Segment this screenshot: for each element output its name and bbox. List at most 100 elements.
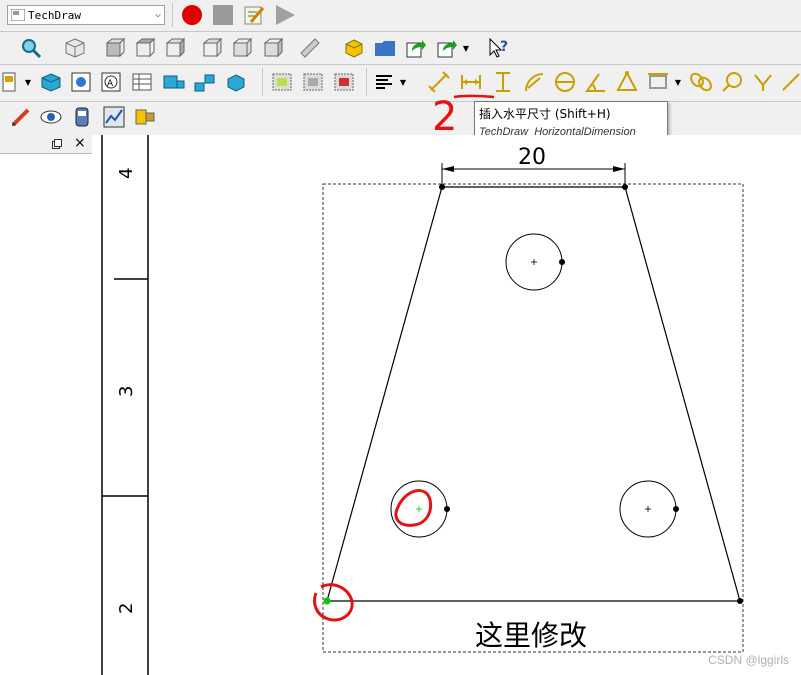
stop-icon — [213, 5, 233, 25]
balloon-button[interactable] — [721, 71, 743, 93]
clip-add-button[interactable] — [302, 71, 324, 93]
create-group-button[interactable] — [374, 37, 396, 59]
section-view-icon — [194, 74, 215, 92]
vertical-dimension-icon — [496, 72, 510, 92]
clip-add-icon — [303, 73, 323, 91]
svg-graph-icon — [103, 106, 125, 128]
toggle-frame-button[interactable] — [40, 106, 62, 128]
active-view-button[interactable] — [70, 71, 92, 93]
export-page-svg-button[interactable] — [103, 106, 125, 128]
view-frame[interactable] — [322, 183, 744, 653]
view-right-button[interactable] — [164, 37, 186, 59]
chevron-down-icon: ▼ — [24, 77, 32, 87]
ruler-label-4: 4 — [116, 168, 137, 179]
cube-top-icon — [135, 37, 156, 58]
record-macro-button[interactable] — [181, 4, 203, 26]
chevron-down-icon: ▼ — [462, 43, 470, 53]
view-front-button[interactable] — [104, 37, 126, 59]
vertex-top-left[interactable] — [439, 184, 445, 190]
workbench-selector[interactable]: TechDraw ⌵ — [7, 5, 165, 25]
radius-dimension-button[interactable] — [523, 71, 545, 93]
float-panel-icon[interactable] — [52, 139, 62, 149]
make-link-button[interactable] — [405, 37, 427, 59]
view-top-button[interactable] — [134, 37, 156, 59]
annotation-dropdown[interactable]: ▼ — [397, 71, 409, 93]
panel-header: × — [0, 135, 92, 154]
insert-spreadsheet-button[interactable] — [131, 71, 153, 93]
view-bottom-button[interactable] — [231, 37, 253, 59]
horizontal-dimension-button[interactable] — [460, 71, 482, 93]
insert-symbol-button[interactable]: A — [100, 71, 122, 93]
view-isometric-button[interactable] — [64, 37, 86, 59]
projection-group-button[interactable] — [163, 71, 185, 93]
hole-top[interactable] — [505, 233, 565, 291]
angle-dimension-icon — [585, 73, 605, 92]
hole-bottom-right[interactable] — [619, 480, 679, 538]
dxf-icon — [135, 109, 155, 125]
chevron-down-icon: ▼ — [399, 77, 407, 87]
link-actions-button[interactable] — [436, 37, 458, 59]
detail-view-button[interactable] — [225, 71, 247, 93]
extent-dimension-dropdown[interactable]: ▼ — [672, 71, 684, 93]
drawing-canvas[interactable]: 4 3 2 20 这里修改 CSDN @lggirls — [92, 135, 801, 675]
landmark-dimension-button[interactable] — [752, 71, 774, 93]
edit-macro-button[interactable] — [243, 4, 265, 26]
row-divider — [0, 101, 801, 102]
clip-remove-button[interactable] — [333, 71, 355, 93]
more-dimension-button[interactable] — [780, 71, 801, 93]
whats-this-button[interactable]: ? — [488, 37, 510, 59]
cube-front-icon — [105, 37, 126, 58]
new-page-dropdown[interactable]: ▼ — [22, 71, 34, 93]
toggle-vertex-button[interactable] — [71, 106, 93, 128]
techdraw-icon — [11, 9, 25, 21]
export-page-dxf-button[interactable] — [134, 106, 156, 128]
create-part-button[interactable] — [343, 37, 365, 59]
horizontal-dimension[interactable]: 20 — [441, 145, 626, 187]
active-view-icon — [71, 72, 91, 92]
length-dimension-icon — [428, 71, 450, 93]
text-align-icon — [376, 75, 392, 89]
chevron-down-icon: ▼ — [674, 77, 682, 87]
view-rear-button[interactable] — [201, 37, 223, 59]
angle-dimension-button[interactable] — [585, 71, 607, 93]
link-actions-dropdown[interactable]: ▼ — [460, 37, 472, 59]
note-text: 这里修改 — [475, 619, 587, 652]
vertex-top-right[interactable] — [622, 184, 628, 190]
vertex-bottom-right[interactable] — [737, 598, 743, 604]
zoom-button[interactable] — [20, 37, 42, 59]
length-dimension-button[interactable] — [428, 71, 450, 93]
clip-group-button[interactable] — [271, 71, 293, 93]
link-arrow-icon — [406, 40, 426, 58]
ruler-label-3: 3 — [116, 386, 137, 397]
cube-rear-icon — [202, 37, 223, 58]
pencil-icon — [11, 108, 30, 127]
step-number-annotation: 2 — [432, 96, 457, 136]
dimension-value[interactable]: 20 — [518, 145, 546, 170]
measure-button[interactable] — [299, 37, 321, 59]
landmark-icon — [754, 74, 772, 91]
annotation-button[interactable] — [373, 71, 395, 93]
macro-edit-icon — [244, 6, 265, 25]
edit-style-button[interactable] — [10, 106, 32, 128]
extent-dimension-button[interactable] — [647, 71, 669, 93]
stop-macro-button[interactable] — [212, 4, 234, 26]
part-outline[interactable] — [326, 186, 741, 602]
angle-3pt-dimension-button[interactable] — [616, 71, 638, 93]
vertical-dimension-button[interactable] — [492, 71, 514, 93]
row-divider — [0, 64, 801, 65]
new-page-button[interactable] — [0, 71, 20, 93]
diameter-dimension-button[interactable] — [554, 71, 576, 93]
run-macro-button[interactable] — [274, 4, 296, 26]
detail-view-icon — [227, 74, 245, 92]
view-left-button[interactable] — [262, 37, 284, 59]
ruler-label-2: 2 — [116, 603, 137, 614]
separator — [262, 68, 263, 96]
insert-view-button[interactable] — [40, 71, 62, 93]
section-view-button[interactable] — [194, 71, 216, 93]
vertex-bottom-left-selected[interactable] — [323, 597, 331, 605]
radius-dimension-icon — [525, 73, 544, 92]
chain-link-icon — [690, 72, 712, 92]
close-panel-icon[interactable]: × — [74, 135, 86, 151]
eye-icon — [40, 110, 62, 124]
link-dimension-button[interactable] — [690, 71, 712, 93]
